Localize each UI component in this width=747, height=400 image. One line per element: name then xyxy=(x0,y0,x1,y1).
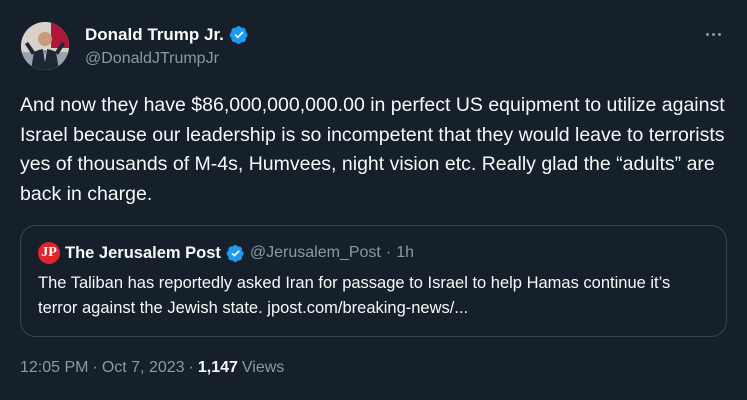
author-handle[interactable]: @DonaldJTrumpJr xyxy=(85,50,219,68)
more-dot xyxy=(705,32,709,36)
verified-badge-icon xyxy=(226,244,244,262)
footer-separator: · xyxy=(188,359,194,376)
post-date[interactable]: Oct 7, 2023 xyxy=(102,359,185,377)
more-dot xyxy=(717,32,721,36)
quoted-timestamp: 1h xyxy=(396,244,414,261)
views-count: 1,147 xyxy=(197,359,238,376)
avatar[interactable] xyxy=(21,22,69,70)
author-name-row: Donald Trump Jr. xyxy=(85,24,249,46)
quoted-author-handle: @Jerusalem_Post xyxy=(249,244,381,261)
avatar-image xyxy=(21,22,69,70)
quoted-meta-separator: · xyxy=(385,244,392,261)
views-label: Views xyxy=(241,359,285,376)
author-name[interactable]: Donald Trump Jr. xyxy=(85,25,224,45)
post-time[interactable]: 12:05 PM xyxy=(20,359,88,377)
more-options-icon[interactable] xyxy=(701,24,725,44)
tweet-text: And now they have $86,000,000,000.00 in … xyxy=(20,94,725,205)
jpost-logo-icon: JP xyxy=(38,242,60,264)
footer-separator: · xyxy=(92,359,98,376)
quoted-tweet[interactable]: JP The Jerusalem Post @Jerusalem_Post · … xyxy=(20,225,727,337)
tweet-footer: 12:05 PM · Oct 7, 2023 · 1,147 Views xyxy=(20,359,284,377)
more-dot xyxy=(711,32,715,36)
quoted-tweet-text: The Taliban has reportedly asked Iran fo… xyxy=(38,274,671,317)
quoted-author-name: The Jerusalem Post xyxy=(65,243,221,262)
tweet-card: Donald Trump Jr. @DonaldJTrumpJr And now… xyxy=(0,0,747,400)
quoted-tweet-header: JP The Jerusalem Post @Jerusalem_Post · … xyxy=(38,242,414,264)
verified-badge-icon[interactable] xyxy=(229,25,249,45)
